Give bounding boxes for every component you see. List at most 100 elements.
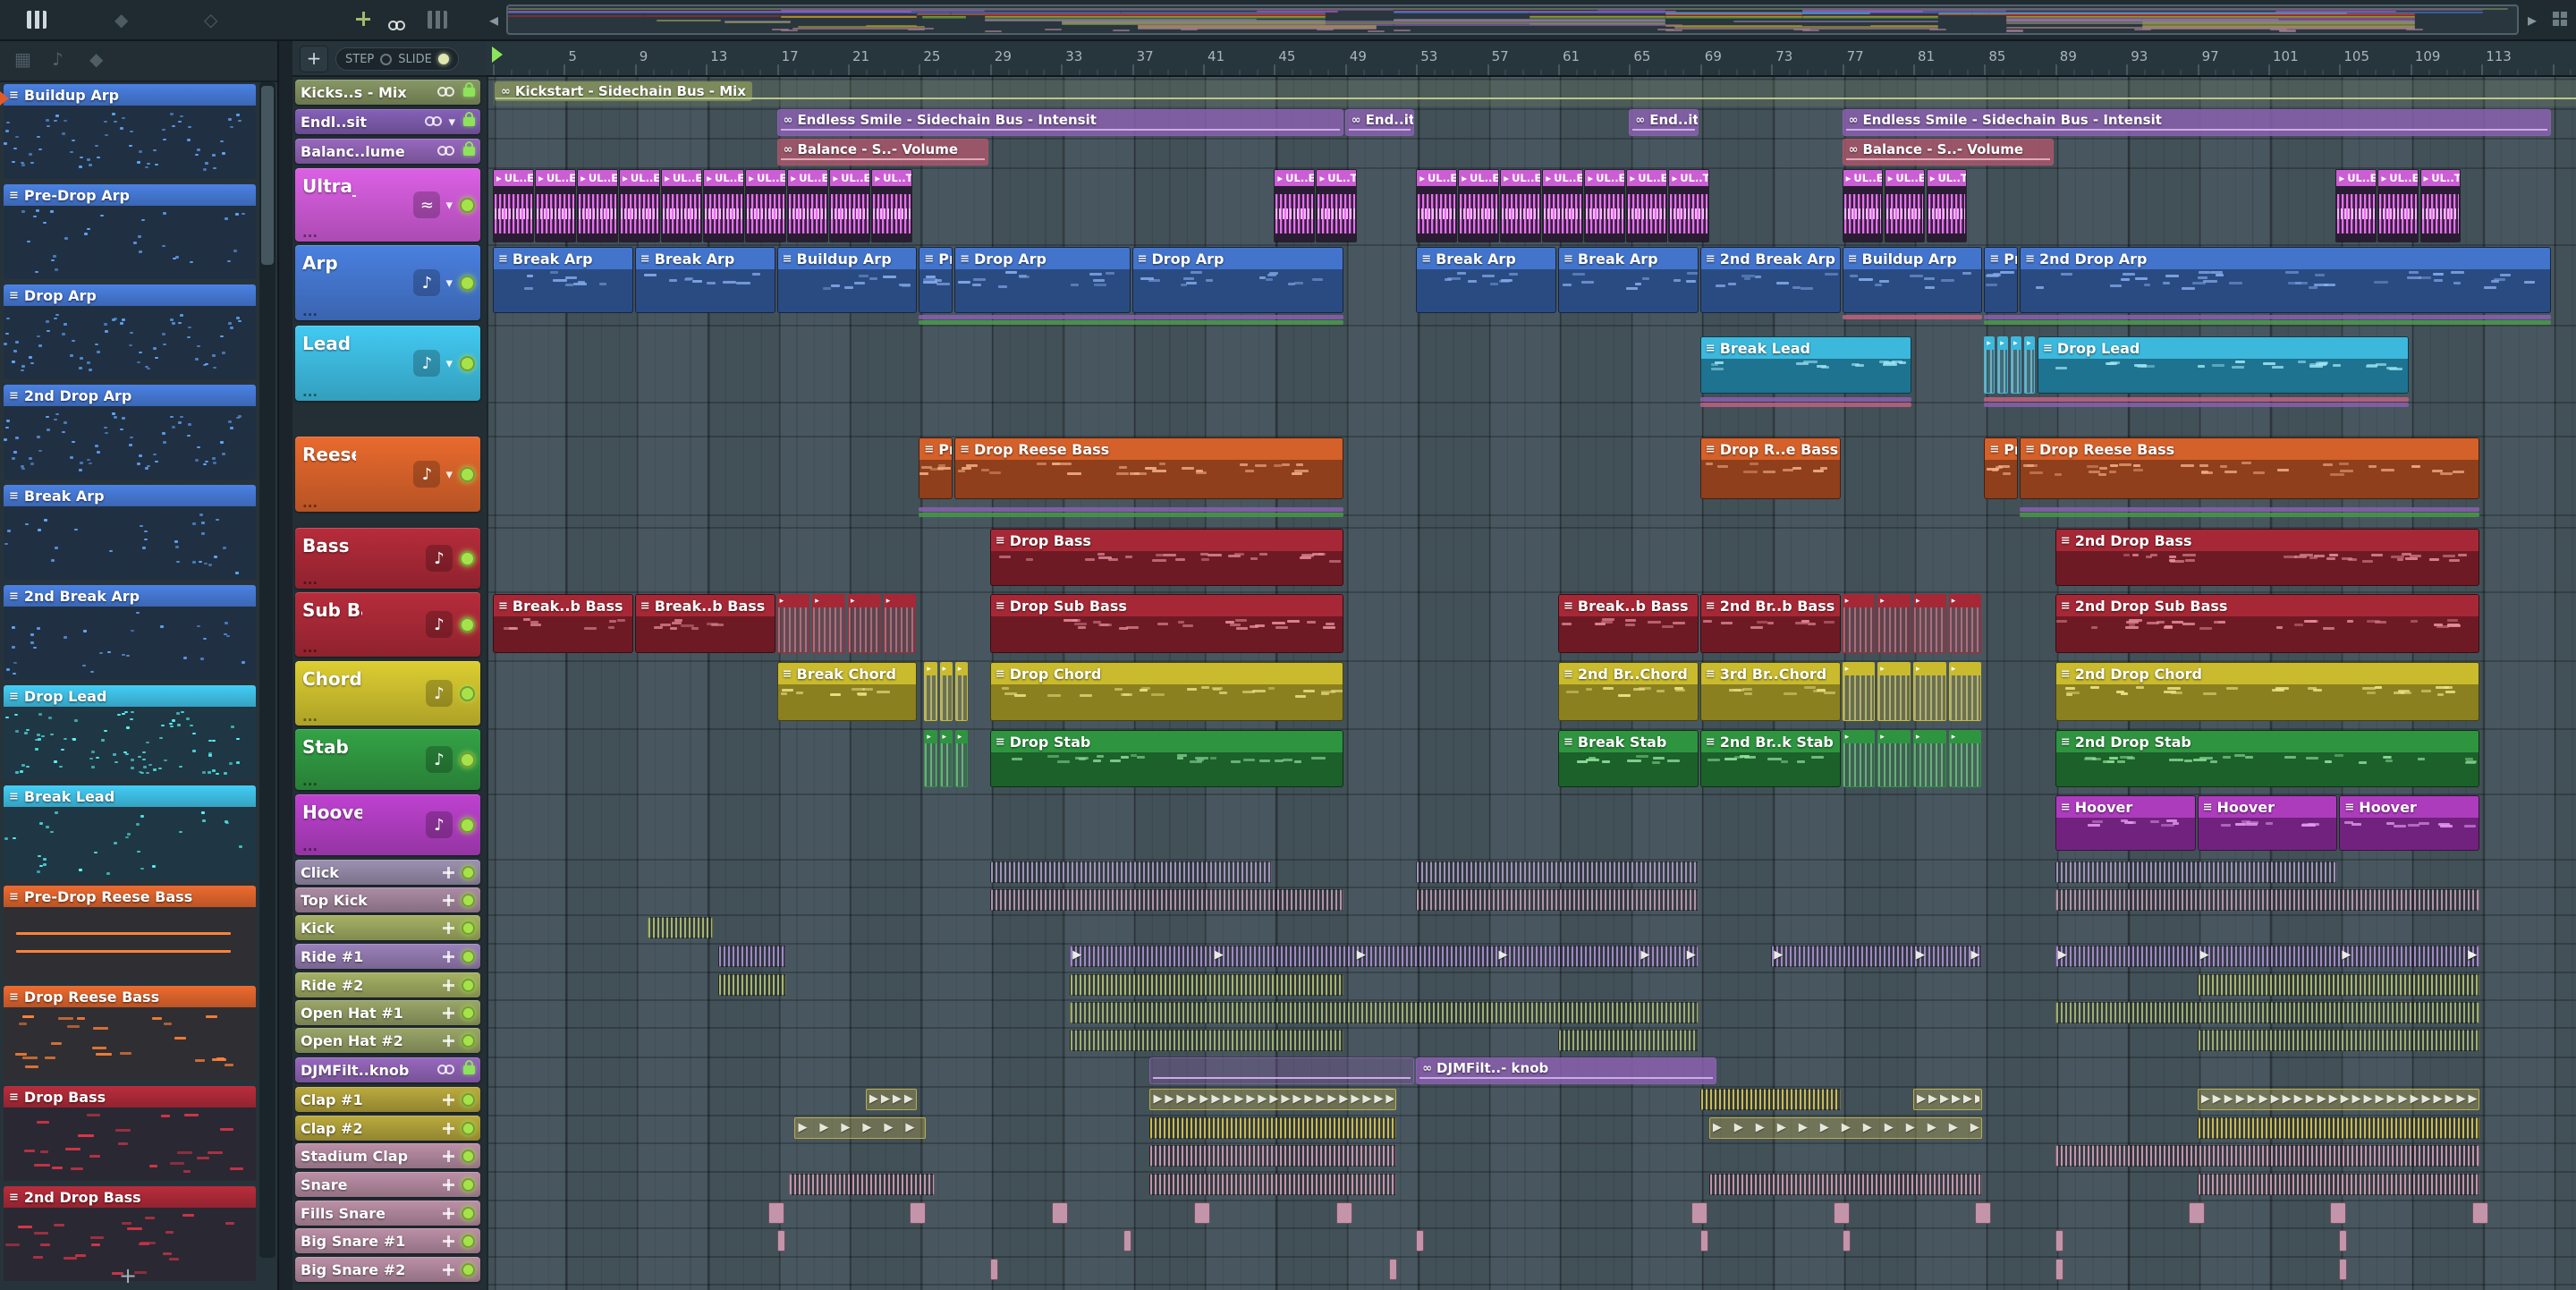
clip-percussion-arrows[interactable]: ▶▶▶▶▶▶▶ — [794, 1117, 927, 1139]
track-row-oh1[interactable]: Open Hat #1 — [295, 1000, 480, 1025]
track-row-chord[interactable]: Chord... ♪ — [295, 661, 480, 726]
clip-hit[interactable] — [1699, 1230, 1708, 1252]
clip-pattern[interactable]: ≡ Break Arp — [1558, 247, 1699, 313]
channel-cross-icon[interactable] — [443, 1150, 454, 1162]
pattern-item[interactable]: ≡ Drop Bass — [4, 1086, 256, 1183]
clip-automation[interactable]: ∞ Balance - S..- Volume — [1842, 139, 2054, 165]
clip-mini-segment[interactable]: ▸ — [939, 662, 953, 721]
clip-pattern[interactable]: ≡Pr..p — [1984, 247, 2019, 313]
clip-mini-segment[interactable]: ▸ — [1913, 594, 1946, 653]
clip-audio[interactable]: ▸UL..ET — [1584, 169, 1625, 242]
pattern-item[interactable]: ≡ Break Arp — [4, 485, 256, 581]
clip-hit[interactable] — [1194, 1202, 1210, 1224]
mute-led[interactable] — [462, 1121, 475, 1135]
clip-percussion[interactable] — [2197, 1030, 2480, 1051]
clip-mini-segment[interactable]: ▸ — [924, 730, 937, 787]
clip-audio[interactable]: ▸UL..ET — [577, 169, 618, 242]
clip-overlay-strip[interactable] — [919, 320, 1343, 325]
step-toggle-icon[interactable] — [380, 53, 393, 65]
clip-pattern[interactable]: ≡ Hoover — [2339, 795, 2480, 851]
clip-overlay-strip[interactable] — [1699, 403, 1911, 407]
pattern-item[interactable]: ≡ Buildup Arp — [4, 84, 256, 181]
clip-overlay-strip[interactable] — [1984, 403, 2409, 407]
clip-overlay-strip[interactable] — [1984, 315, 2551, 319]
clip-audio[interactable]: ▸UL..ET — [1542, 169, 1583, 242]
clip-pattern[interactable]: ≡ 3rd Br..Chord — [1699, 662, 1841, 721]
clip-percussion[interactable] — [989, 889, 1343, 911]
clip-hit[interactable] — [910, 1202, 927, 1224]
clip-percussion[interactable] — [1708, 1174, 1983, 1195]
clip-percussion[interactable] — [2055, 861, 2338, 883]
mute-led[interactable] — [460, 685, 475, 701]
step-slide-toggle[interactable]: STEP SLIDE — [335, 47, 459, 71]
move-tool-icon[interactable] — [356, 12, 370, 26]
clip-percussion[interactable] — [2197, 974, 2480, 996]
pattern-item[interactable]: ≡ Pre-Drop Reese Bass — [4, 886, 256, 982]
channel-cross-icon[interactable] — [443, 950, 454, 963]
clip-pattern[interactable]: ≡ Drop Arp — [1131, 247, 1343, 313]
track-row-topkick[interactable]: Top Kick — [295, 887, 480, 912]
clip-hit[interactable] — [989, 1259, 998, 1280]
clip-audio[interactable]: ▸UL..ET — [619, 169, 660, 242]
clip-hit[interactable] — [1690, 1202, 1707, 1224]
clip-automation[interactable]: ∞ End..it — [1629, 109, 1699, 136]
picker-grid-icon[interactable]: ▦ — [14, 48, 31, 70]
clip-mini-segment[interactable]: ▸ — [1984, 336, 1996, 394]
clip-automation[interactable]: ∞ DJMFilt..- knob — [1416, 1057, 1716, 1084]
clip-pattern[interactable]: ≡ Break..b Bass — [493, 594, 633, 653]
clip-hit[interactable] — [1052, 1202, 1069, 1224]
clip-automation[interactable]: ∞ Endless Smile - Sidechain Bus - Intensi… — [776, 109, 1343, 136]
clip-automation-plain[interactable] — [1149, 1057, 1415, 1084]
clip-mini-segment[interactable]: ▸ — [2011, 336, 2022, 394]
clip-mini-segment[interactable]: ▸ — [1842, 730, 1876, 787]
track-row-stadium[interactable]: Stadium Clap — [295, 1143, 480, 1168]
clip-hit[interactable] — [1123, 1230, 1131, 1252]
clip-mini-segment[interactable]: ▸ — [939, 730, 953, 787]
track-row-bigsnare1[interactable]: Big Snare #1 — [295, 1228, 480, 1253]
clip-pattern[interactable]: ≡ Drop Reese Bass — [2020, 437, 2480, 499]
clip-audio[interactable]: ▸UL..ET — [1416, 169, 1457, 242]
clip-pattern[interactable]: ≡ Drop Stab — [989, 730, 1343, 787]
clip-audio[interactable]: ▸UL..ET — [2335, 169, 2377, 242]
note-icon[interactable]: ♪ — [426, 611, 453, 638]
clip-percussion[interactable] — [2197, 1174, 2480, 1195]
clip-overlay-strip[interactable] — [1984, 397, 2409, 402]
clip-pattern[interactable]: ≡ 2nd Drop Bass — [2055, 529, 2480, 586]
clip-overlay-strip[interactable] — [919, 315, 1343, 319]
clip-pattern[interactable]: ≡Pr..ss — [919, 437, 953, 499]
clip-percussion[interactable]: ▶ ▶ ▶ ▶ ▶ ▶ — [1070, 946, 1699, 967]
clip-percussion[interactable] — [1416, 861, 1699, 883]
clip-audio[interactable]: ▸UL..ET — [1884, 169, 1926, 242]
clip-audio[interactable]: ▸UL..ET — [745, 169, 786, 242]
clip-audio[interactable]: ▸UL..ET — [1274, 169, 1315, 242]
pattern-item[interactable]: ≡ Drop Arp — [4, 284, 256, 381]
draw-tool-icon[interactable]: ◇ — [204, 9, 217, 30]
clip-pattern[interactable]: ≡ Hoover — [2055, 795, 2196, 851]
pattern-item[interactable]: ≡ Drop Reese Bass — [4, 986, 256, 1082]
track-row-lead[interactable]: Lead... ♪ ▾ — [295, 326, 480, 401]
clip-hit[interactable] — [2055, 1230, 2063, 1252]
mute-led[interactable] — [460, 550, 475, 566]
track-row-endl[interactable]: Endl..sit ▾ — [295, 109, 480, 134]
mute-led[interactable] — [460, 275, 475, 291]
clip-hit[interactable] — [2330, 1202, 2347, 1224]
clip-percussion[interactable] — [1558, 1030, 1699, 1051]
clip-audio[interactable]: ▸UL..ET — [2377, 169, 2419, 242]
clip-audio[interactable]: ▸UL..ET — [1842, 169, 1884, 242]
track-row-oh2[interactable]: Open Hat #2 — [295, 1028, 480, 1053]
clip-percussion[interactable] — [1149, 1117, 1397, 1139]
clip-pattern[interactable]: ≡ Drop R..e Bass — [1699, 437, 1841, 499]
clip-hit[interactable] — [1975, 1202, 1992, 1224]
clip-hit[interactable] — [1842, 1230, 1851, 1252]
clip-pattern[interactable]: ≡ Break Chord — [776, 662, 918, 721]
clip-percussion[interactable] — [1149, 1174, 1397, 1195]
track-row-balance[interactable]: Balanc..lume — [295, 139, 480, 164]
chevron-down-icon[interactable]: ▾ — [445, 466, 453, 482]
clip-overlay-strip[interactable] — [919, 513, 1343, 517]
mute-led[interactable] — [462, 1262, 475, 1277]
mute-led[interactable] — [462, 1092, 475, 1107]
clip-audio[interactable]: ▸ UL..T — [1668, 169, 1709, 242]
clip-pattern[interactable]: ≡ Break..b Bass — [634, 594, 775, 653]
note-icon[interactable]: ♪ — [426, 545, 453, 572]
track-row-snare[interactable]: Snare — [295, 1172, 480, 1197]
